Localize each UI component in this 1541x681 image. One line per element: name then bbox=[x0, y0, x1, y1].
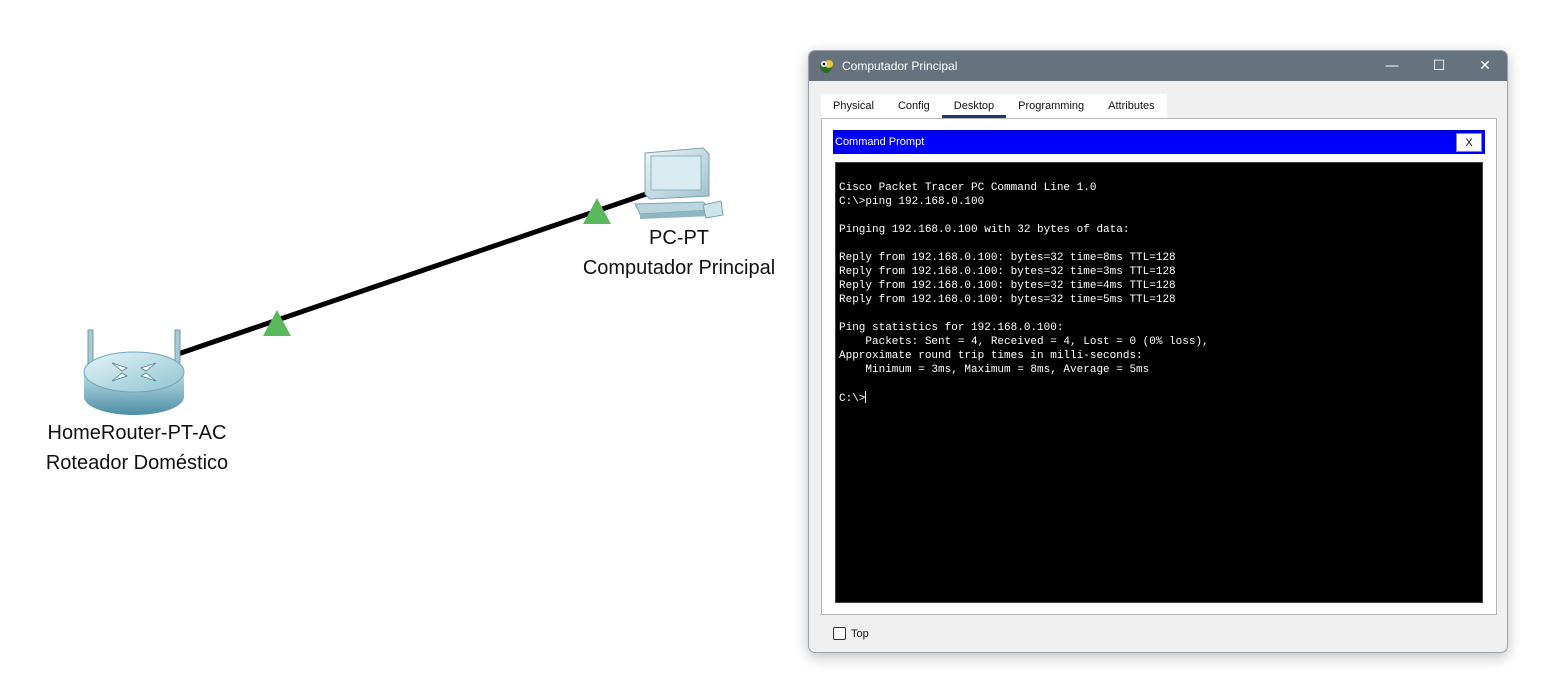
terminal-line: Reply from 192.168.0.100: bytes=32 time=… bbox=[839, 294, 1176, 306]
terminal-line: Minimum = 3ms, Maximum = 8ms, Average = … bbox=[839, 364, 1150, 376]
tab-physical[interactable]: Physical bbox=[821, 94, 886, 118]
terminal-line: Pinging 192.168.0.100 with 32 bytes of d… bbox=[839, 224, 1130, 236]
window-title: Computador Principal bbox=[842, 59, 958, 73]
pc-name-label[interactable]: Computador Principal bbox=[569, 253, 789, 283]
terminal-line: Reply from 192.168.0.100: bytes=32 time=… bbox=[839, 266, 1176, 278]
terminal-line: Packets: Sent = 4, Received = 4, Lost = … bbox=[839, 336, 1209, 348]
window-client-area: Physical Config Desktop Programming Attr… bbox=[821, 91, 1497, 640]
command-prompt-close-button[interactable]: X bbox=[1456, 133, 1482, 152]
router-model-label: HomeRouter-PT-AC bbox=[47, 422, 227, 444]
terminal-prompt-line: C:\> bbox=[839, 391, 867, 405]
pc-model-label: PC-PT bbox=[649, 227, 709, 249]
pc-device-window[interactable]: Computador Principal — ☐ ✕ Physical Conf… bbox=[808, 50, 1508, 653]
top-option: Top bbox=[833, 627, 869, 640]
terminal-line: Reply from 192.168.0.100: bytes=32 time=… bbox=[839, 252, 1176, 264]
terminal-line: Cisco Packet Tracer PC Command Line 1.0 bbox=[839, 182, 1097, 194]
tab-programming[interactable]: Programming bbox=[1006, 94, 1096, 118]
top-checkbox[interactable] bbox=[833, 627, 846, 640]
maximize-button[interactable]: ☐ bbox=[1416, 51, 1462, 81]
terminal-line: Ping statistics for 192.168.0.100: bbox=[839, 322, 1064, 334]
close-window-button[interactable]: ✕ bbox=[1462, 51, 1507, 81]
tab-desktop[interactable]: Desktop bbox=[941, 94, 1007, 118]
terminal-line: Reply from 192.168.0.100: bytes=32 time=… bbox=[839, 280, 1176, 292]
pc-icon[interactable] bbox=[634, 147, 724, 219]
packet-tracer-app-icon bbox=[820, 60, 833, 73]
terminal-line: C:\>ping 192.168.0.100 bbox=[839, 196, 985, 208]
terminal-cursor bbox=[865, 391, 867, 403]
router-icon[interactable] bbox=[83, 329, 185, 415]
tab-attributes[interactable]: Attributes bbox=[1096, 94, 1166, 118]
device-tabs: Physical Config Desktop Programming Attr… bbox=[821, 94, 1167, 118]
command-prompt-title: Command Prompt bbox=[835, 136, 925, 148]
command-prompt-terminal[interactable]: Cisco Packet Tracer PC Command Line 1.0 C… bbox=[835, 162, 1483, 603]
link-status-up-pc-side bbox=[583, 198, 611, 224]
window-titlebar[interactable]: Computador Principal — ☐ ✕ bbox=[809, 51, 1507, 81]
terminal-line: Approximate round trip times in milli-se… bbox=[839, 350, 1143, 362]
router-name-label[interactable]: Roteador Doméstico bbox=[17, 448, 257, 478]
desktop-tab-panel: Command Prompt X Cisco Packet Tracer PC … bbox=[821, 118, 1497, 615]
command-prompt-header: Command Prompt X bbox=[833, 130, 1485, 154]
tab-config[interactable]: Config bbox=[886, 94, 942, 118]
minimize-button[interactable]: — bbox=[1369, 51, 1415, 81]
top-checkbox-label: Top bbox=[851, 627, 869, 640]
